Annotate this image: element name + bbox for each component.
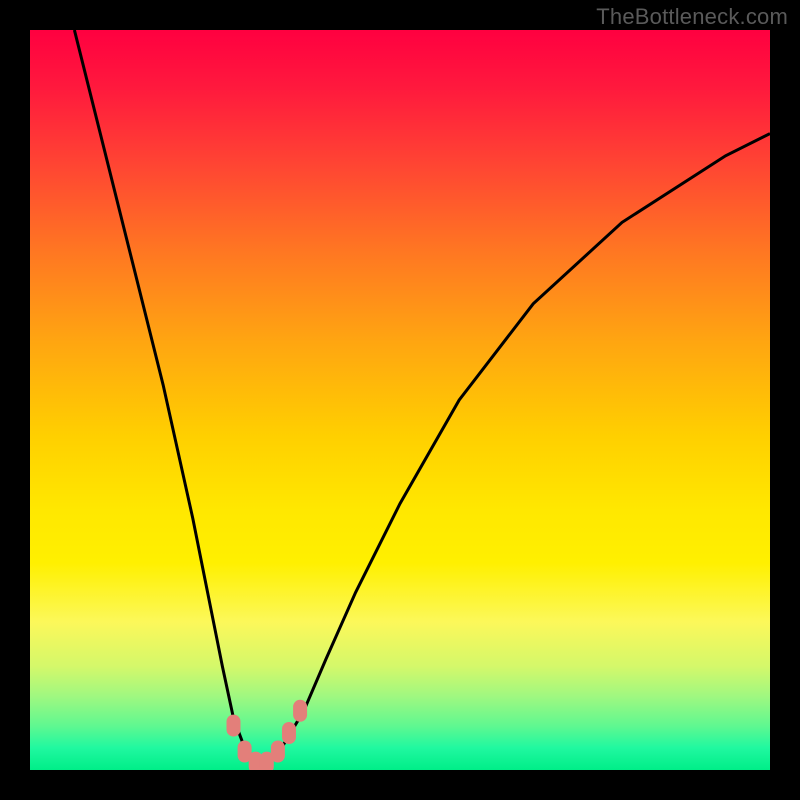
curve-layer [30,30,770,770]
curve-marker [271,741,285,763]
watermark-text: TheBottleneck.com [596,4,788,30]
plot-area [30,30,770,770]
curve-marker [282,722,296,744]
curve-marker [293,700,307,722]
curve-marker [227,715,241,737]
bottleneck-curve [74,30,770,766]
chart-frame: TheBottleneck.com [0,0,800,800]
